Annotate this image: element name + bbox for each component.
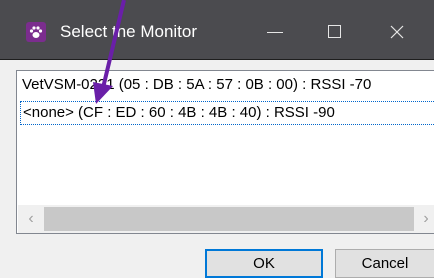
monitor-listbox[interactable]: VetVSM-0221 (05 : DB : 5A : 57 : 0B : 00… (16, 70, 434, 234)
minimize-icon (267, 32, 283, 33)
maximize-button[interactable] (315, 14, 355, 50)
scroll-thumb[interactable] (44, 207, 414, 231)
title-bar[interactable]: Select the Monitor (0, 0, 434, 60)
close-button[interactable] (377, 14, 417, 50)
ok-button[interactable]: OK (205, 249, 323, 278)
close-icon (390, 25, 404, 39)
scroll-right-arrow-icon[interactable]: › (416, 205, 434, 233)
paw-icon (26, 22, 46, 42)
list-item-focused[interactable]: <none> (CF : ED : 60 : 4B : 4B : 40) : R… (20, 101, 434, 125)
horizontal-scrollbar[interactable]: ‹ › (18, 205, 434, 233)
select-monitor-dialog: Select the Monitor VetVSM-0221 (05 : DB … (0, 0, 434, 278)
maximize-icon (328, 25, 341, 38)
cancel-button[interactable]: Cancel (335, 249, 434, 278)
list-item[interactable]: VetVSM-0221 (05 : DB : 5A : 57 : 0B : 00… (20, 73, 434, 97)
minimize-button[interactable] (255, 14, 295, 50)
window-title: Select the Monitor (60, 22, 198, 41)
scroll-left-arrow-icon[interactable]: ‹ (18, 205, 44, 233)
